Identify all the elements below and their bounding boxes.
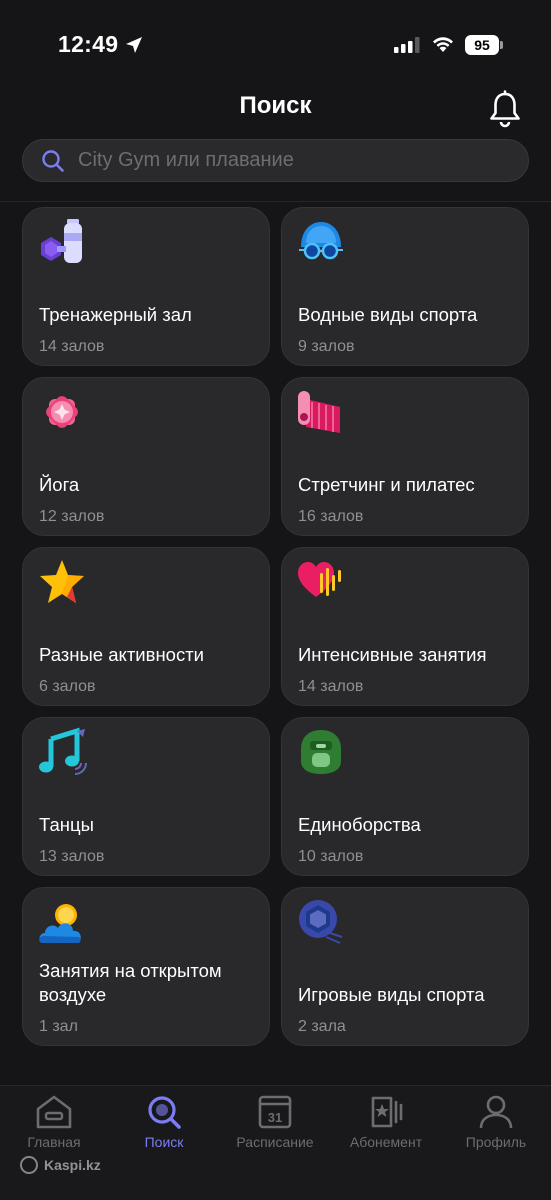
search-icon xyxy=(148,1096,181,1129)
tab-label: Расписание xyxy=(236,1134,314,1150)
tab-label: Профиль xyxy=(465,1134,527,1150)
category-count: 10 залов xyxy=(298,848,364,865)
swim-cap-icon xyxy=(299,222,343,260)
tab-profile[interactable]: Профиль xyxy=(446,1094,546,1150)
category-count: 13 залов xyxy=(39,848,105,865)
search-bar[interactable] xyxy=(22,139,529,182)
category-card-intensive[interactable]: Интенсивные занятия 14 залов xyxy=(281,547,529,706)
category-count: 14 залов xyxy=(298,678,364,695)
category-card-martial-arts[interactable]: Единоборства 10 залов xyxy=(281,717,529,876)
battery-indicator: 95 xyxy=(465,35,503,55)
category-card-activities[interactable]: Разные активности 6 залов xyxy=(22,547,270,706)
category-title: Единоборства xyxy=(298,814,421,835)
search-input[interactable] xyxy=(78,140,518,181)
star-icon xyxy=(40,560,84,603)
category-count: 6 залов xyxy=(39,678,96,695)
category-title: Игровые виды спорта xyxy=(298,984,485,1005)
tab-label: Абонемент xyxy=(349,1134,423,1150)
category-count: 16 залов xyxy=(298,508,364,525)
category-card-yoga[interactable]: Йога 12 залов xyxy=(22,377,270,536)
category-count: 9 залов xyxy=(298,338,355,355)
category-count: 2 зала xyxy=(298,1018,346,1035)
category-title: Интенсивные занятия xyxy=(298,644,487,665)
kaspi-logo-icon xyxy=(20,1156,38,1174)
notification-bell-icon[interactable] xyxy=(486,90,524,128)
tab-subscription[interactable]: Абонемент xyxy=(336,1094,436,1150)
boxing-helmet-icon xyxy=(301,730,341,774)
pass-icon xyxy=(371,1096,403,1128)
category-title: Разные активности xyxy=(39,644,205,665)
category-title: Занятия на открытом воздухе xyxy=(39,960,222,1005)
wifi-icon xyxy=(433,37,453,52)
category-title: Стретчинг и пилатес xyxy=(298,474,475,495)
sun-cloud-icon xyxy=(39,904,81,943)
tab-home[interactable]: Главная xyxy=(4,1094,104,1150)
watermark-text: Kaspi.kz xyxy=(44,1157,101,1173)
status-bar: 12:49 95 xyxy=(0,0,551,84)
watermark: Kaspi.kz xyxy=(20,1155,101,1175)
music-note-icon xyxy=(39,727,87,775)
header-divider xyxy=(0,201,551,202)
tab-label: Главная xyxy=(27,1134,81,1150)
category-count: 12 залов xyxy=(39,508,105,525)
yoga-mat-icon xyxy=(298,391,340,433)
category-card-gym[interactable]: Тренажерный зал 14 залов xyxy=(22,207,270,366)
profile-icon xyxy=(479,1095,513,1129)
category-card-stretching[interactable]: Стретчинг и пилатес 16 залов xyxy=(281,377,529,536)
category-count: 1 зал xyxy=(39,1018,78,1035)
gym-equipment-icon xyxy=(41,219,82,263)
calendar-icon: 31 xyxy=(258,1095,292,1129)
category-title: Танцы xyxy=(39,814,94,835)
bottom-tab-bar: Главная Поиск 31 Расписание Абонемент Пр… xyxy=(0,1085,551,1200)
battery-level: 95 xyxy=(465,35,499,55)
search-icon xyxy=(42,150,64,172)
heart-pulse-icon xyxy=(298,562,341,597)
category-card-game-sports[interactable]: Игровые виды спорта 2 зала xyxy=(281,887,529,1046)
battery-tip xyxy=(500,41,503,49)
category-title: Водные виды спорта xyxy=(298,304,478,325)
category-title: Йога xyxy=(39,474,80,495)
lotus-icon xyxy=(46,396,78,428)
ball-icon xyxy=(299,900,343,944)
category-count: 14 залов xyxy=(39,338,105,355)
category-title: Тренажерный зал xyxy=(39,304,192,325)
tab-schedule[interactable]: 31 Расписание xyxy=(225,1094,325,1150)
page-title: Поиск xyxy=(239,92,312,119)
category-card-dance[interactable]: Танцы 13 залов xyxy=(22,717,270,876)
calendar-day: 31 xyxy=(268,1110,282,1125)
home-icon xyxy=(36,1095,72,1129)
cellular-signal-icon xyxy=(394,37,420,53)
tab-label: Поиск xyxy=(144,1134,184,1150)
category-card-water-sports[interactable]: Водные виды спорта 9 залов xyxy=(281,207,529,366)
category-card-outdoor[interactable]: Занятия на открытом воздухе 1 зал xyxy=(22,887,270,1046)
status-time: 12:49 xyxy=(58,31,119,57)
location-arrow-icon xyxy=(126,37,142,53)
tab-search[interactable]: Поиск xyxy=(114,1094,214,1150)
